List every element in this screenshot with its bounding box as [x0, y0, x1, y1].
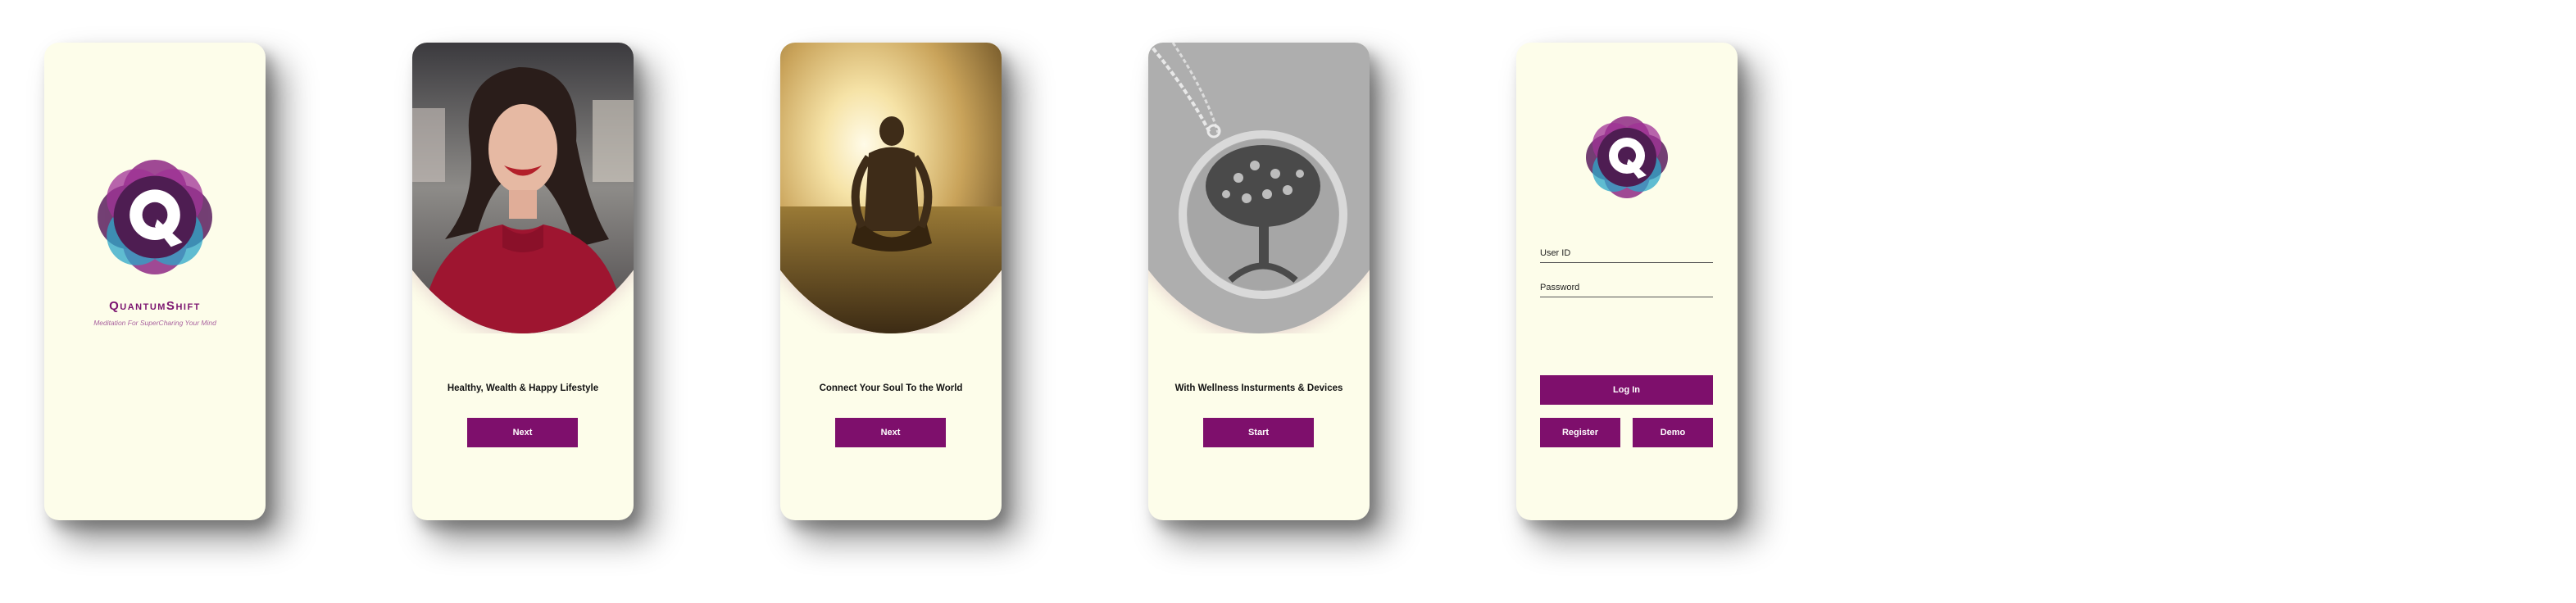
- quantumshift-logo-icon: [1586, 116, 1668, 198]
- user-id-field-container: [1540, 244, 1713, 263]
- onboarding-caption: Connect Your Soul To the World: [819, 383, 963, 393]
- next-button[interactable]: Next: [467, 418, 578, 447]
- onboarding-screen-2: Connect Your Soul To the World Next: [780, 43, 1002, 520]
- onboarding-screen-1: Healthy, Wealth & Happy Lifestyle Next: [412, 43, 634, 520]
- hero-image-container: [1148, 43, 1370, 333]
- onboarding-caption: With Wellness Insturments & Devices: [1174, 383, 1343, 393]
- login-button[interactable]: Log In: [1540, 375, 1713, 405]
- start-button[interactable]: Start: [1203, 418, 1314, 447]
- hero-image-container: [412, 43, 634, 333]
- onboarding-caption: Healthy, Wealth & Happy Lifestyle: [447, 383, 599, 393]
- password-field-container: [1540, 279, 1713, 297]
- login-screen: Log In Register Demo: [1516, 43, 1738, 520]
- user-id-input[interactable]: [1540, 244, 1713, 262]
- smiling-woman-red-sweater-photo: [412, 43, 634, 333]
- next-button[interactable]: Next: [835, 418, 946, 447]
- brand-name: QuantumShift: [109, 299, 201, 313]
- onboarding-screen-3: With Wellness Insturments & Devices Star…: [1148, 43, 1370, 520]
- demo-button[interactable]: Demo: [1633, 418, 1713, 447]
- quantumshift-logo-icon: [98, 160, 212, 274]
- password-input[interactable]: [1540, 279, 1713, 297]
- tree-of-life-pendant-necklace-photo: [1148, 43, 1370, 333]
- meditating-person-sunset-field-photo: [780, 43, 1002, 333]
- register-button[interactable]: Register: [1540, 418, 1620, 447]
- tagline: Meditation For SuperCharing Your Mind: [93, 319, 216, 327]
- hero-image-container: [780, 43, 1002, 333]
- splash-screen: QuantumShift Meditation For SuperCharing…: [44, 43, 266, 520]
